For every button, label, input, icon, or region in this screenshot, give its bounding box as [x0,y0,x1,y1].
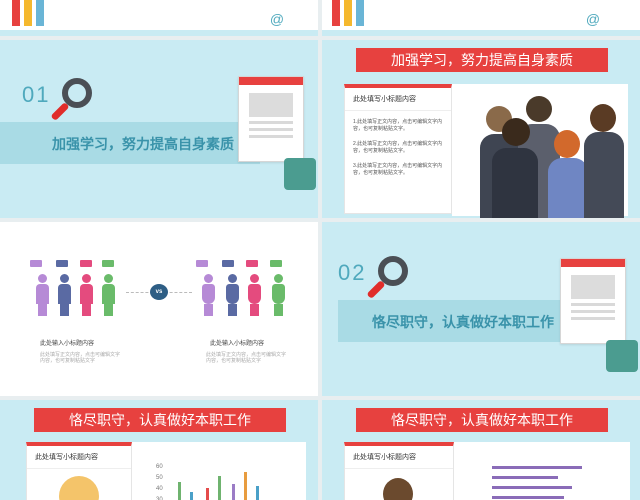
slide-banner: 加强学习，努力提高自身素质 [356,48,608,72]
text-panel: 此处填写小标题内容 [344,442,454,500]
list-item: 1.此处填写正文内容，点击可编辑文字内容，也可复制粘贴文字。 [353,119,443,132]
person-figure [102,274,115,316]
section-title: 加强学习，努力提高自身素质 [52,136,234,152]
speech-bubble [56,260,68,267]
person-figure [248,274,261,316]
cloud-at-icon: @ [262,10,292,28]
cloud-at-icon: @ [578,10,608,28]
y-tick: 50 [156,475,163,481]
magnifier-icon [62,78,92,108]
person-avatar [502,118,530,146]
hand-illustration [284,158,316,190]
y-tick: 60 [156,464,163,470]
person-avatar [590,104,616,132]
chart-bar [190,492,193,500]
chart-bar [178,482,181,500]
magnifier-icon [378,256,408,286]
speech-bubble [102,260,114,267]
speech-bubble [222,260,234,267]
progress-bar [492,476,558,479]
right-subtitle: 此处输入小标题内容 [210,341,265,347]
text-panel: 此处填写小标题内容 1.此处填写正文内容，点击可编辑文字内容，也可复制粘贴文字。… [344,84,452,214]
section-number: 02 [338,260,367,285]
binder-icon [36,0,44,26]
list-item: 3.此处填写正文内容，点击可编辑文字内容，也可复制粘贴文字。 [353,163,443,176]
text-panel: 此处填写小标题内容 [26,442,132,500]
trophy-icon [59,476,99,500]
speech-bubble [80,260,92,267]
section-title: 恪尽职守，认真做好本职工作 [372,314,554,330]
binder-icon [12,0,20,26]
person-avatar [554,130,580,158]
panel-title: 此处填写小标题内容 [27,446,131,469]
person-figure [226,274,239,316]
panel-title: 此处填写小标题内容 [345,446,453,469]
document-illustration [238,76,304,162]
slide-section-02[interactable]: 02 恪尽职守，认真做好本职工作 [322,222,640,396]
speech-bubble [196,260,208,267]
person-body [492,148,538,218]
person-figure [58,274,71,316]
progress-bar [492,466,582,469]
speech-bubble [30,260,42,267]
hand-illustration [606,340,638,372]
person-avatar [383,478,413,500]
left-body: 此处填写正文内容，点击可编辑文字内容，也可复制粘贴文字 [40,352,121,364]
left-subtitle: 此处输入小标题内容 [40,341,95,347]
progress-bar [492,496,564,499]
speech-bubble [246,260,258,267]
person-body [584,132,624,218]
y-tick: 40 [156,486,163,492]
person-figure [80,274,93,316]
person-figure [272,274,285,316]
chart-bar [256,486,259,500]
person-figure [202,274,215,316]
binder-icon [356,0,364,26]
slide-banner: 恪尽职守，认真做好本职工作 [356,408,608,432]
section-number: 01 [22,82,51,107]
chart-bar [206,488,209,500]
slide-chart[interactable]: 恪尽职守，认真做好本职工作 此处填写小标题内容 60 50 40 30 [0,400,318,500]
right-body: 此处填写正文内容，点击可编辑文字内容，也可复制粘贴文字 [206,352,287,364]
slide-vs[interactable]: vs 此处输入小标题内容 此处输入小标题内容 此处填写正文内容，点击可编辑文字内… [0,222,318,396]
slide-grid: @ @ 01 加强学习，努力提高自身素质 加强学习，努力提高自身素质 此处填写小… [0,0,640,500]
slide-banner: 恪尽职守，认真做好本职工作 [34,408,286,432]
progress-bar [492,486,572,489]
document-illustration [560,258,626,344]
binder-icon [24,0,32,26]
person-body [548,158,588,218]
chart-bar [232,484,235,500]
slide-top-left[interactable]: @ [0,0,318,36]
slide-top-right[interactable]: @ [322,0,640,36]
speech-bubble [270,260,282,267]
person-figure [36,274,49,316]
chart-bar [218,476,221,500]
slide-progress[interactable]: 恪尽职守，认真做好本职工作 此处填写小标题内容 [322,400,640,500]
slide-team[interactable]: 加强学习，努力提高自身素质 此处填写小标题内容 1.此处填写正文内容，点击可编辑… [322,40,640,218]
panel-title: 此处填写小标题内容 [345,88,451,111]
binder-icon [344,0,352,26]
list-item: 2.此处填写正文内容，点击可编辑文字内容，也可复制粘贴文字。 [353,141,443,154]
vs-badge: vs [150,284,168,300]
binder-icon [332,0,340,26]
chart-bar [244,472,247,500]
person-avatar [526,96,552,122]
slide-section-01[interactable]: 01 加强学习，努力提高自身素质 [0,40,318,218]
progress-paper [454,442,630,500]
